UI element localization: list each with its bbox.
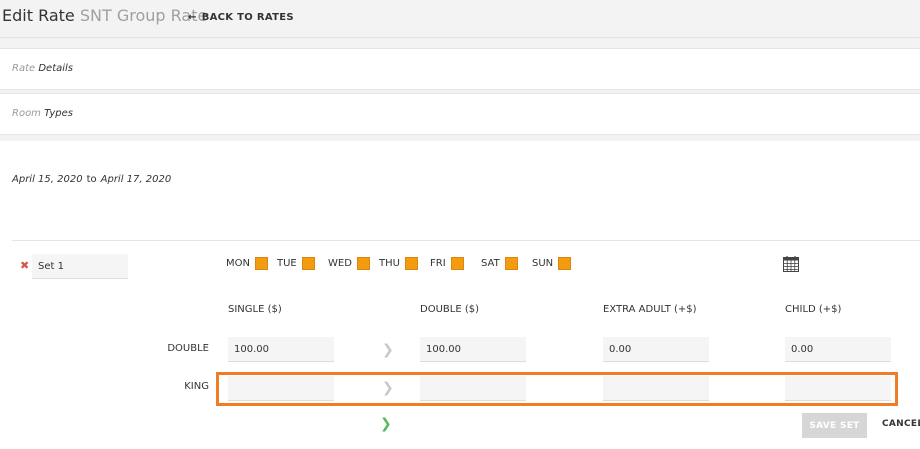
day-checkbox[interactable] bbox=[504, 256, 518, 270]
close-icon[interactable]: ✖ bbox=[20, 259, 29, 272]
rate-details-label: Details bbox=[38, 63, 74, 74]
day-checkbox[interactable] bbox=[450, 256, 464, 270]
page-title-text: Edit Rate bbox=[2, 6, 75, 25]
column-header-double: DOUBLE ($) bbox=[420, 304, 479, 315]
rate-details-muted: Rate bbox=[12, 63, 36, 74]
day-toggle-mon[interactable]: MON bbox=[226, 256, 268, 270]
rate-details-section[interactable]: Rate Details bbox=[0, 48, 920, 90]
room-types-label: Types bbox=[44, 108, 73, 119]
day-label: TUE bbox=[277, 257, 297, 269]
back-to-rates-label: BACK TO RATES bbox=[201, 12, 294, 23]
day-label: FRI bbox=[430, 257, 446, 269]
column-header-extra-adult: EXTRA ADULT (+$) bbox=[603, 304, 697, 315]
day-label: MON bbox=[226, 257, 250, 269]
set-name-input[interactable] bbox=[32, 254, 128, 279]
day-checkbox[interactable] bbox=[254, 256, 268, 270]
date-range: April 15, 2020 to April 17, 2020 bbox=[12, 174, 171, 185]
divider bbox=[12, 240, 920, 241]
room-type-label: KING bbox=[184, 381, 209, 392]
day-label: WED bbox=[328, 257, 352, 269]
day-toggle-thu[interactable]: THU bbox=[379, 256, 418, 270]
date-start: April 15, 2020 bbox=[12, 174, 83, 185]
highlight-box bbox=[216, 372, 898, 406]
day-label: THU bbox=[379, 257, 400, 269]
room-types-heading: Room Types bbox=[12, 108, 73, 119]
date-separator: to bbox=[86, 174, 97, 185]
room-types-section[interactable]: Room Types bbox=[0, 93, 920, 135]
day-label: SUN bbox=[532, 257, 554, 269]
cancel-button[interactable]: CANCEL bbox=[882, 419, 920, 429]
day-toggle-fri[interactable]: FRI bbox=[430, 256, 464, 270]
day-checkbox[interactable] bbox=[301, 256, 315, 270]
date-end: April 17, 2020 bbox=[100, 174, 172, 185]
day-toggle-sat[interactable]: SAT bbox=[481, 256, 518, 270]
day-toggle-tue[interactable]: TUE bbox=[277, 256, 315, 270]
chevron-right-icon[interactable]: ❯ bbox=[382, 343, 394, 357]
rate-input-child[interactable] bbox=[785, 337, 891, 362]
day-checkbox[interactable] bbox=[356, 256, 370, 270]
chevron-right-green-icon[interactable]: ❯ bbox=[380, 417, 392, 431]
save-set-button[interactable]: SAVE SET bbox=[802, 413, 867, 438]
day-checkbox[interactable] bbox=[404, 256, 418, 270]
day-checkbox[interactable] bbox=[558, 256, 572, 270]
column-header-child: CHILD (+$) bbox=[785, 304, 842, 315]
room-type-label: DOUBLE bbox=[167, 343, 209, 354]
rate-details-heading: Rate Details bbox=[12, 63, 73, 74]
room-types-muted: Room bbox=[12, 108, 41, 119]
day-label: SAT bbox=[481, 257, 500, 269]
column-header-single: SINGLE ($) bbox=[228, 304, 282, 315]
day-toggle-sun[interactable]: SUN bbox=[532, 256, 572, 270]
day-toggle-wed[interactable]: WED bbox=[328, 256, 370, 270]
rate-input-double[interactable] bbox=[420, 337, 526, 362]
rate-input-single[interactable] bbox=[228, 337, 334, 362]
back-to-rates-link[interactable]: ← BACK TO RATES bbox=[188, 12, 294, 23]
arrow-left-icon: ← bbox=[188, 12, 197, 23]
page-title: Edit Rate SNT Group Rate bbox=[2, 6, 207, 25]
calendar-icon[interactable] bbox=[783, 256, 799, 272]
rate-input-extra-adult[interactable] bbox=[603, 337, 709, 362]
